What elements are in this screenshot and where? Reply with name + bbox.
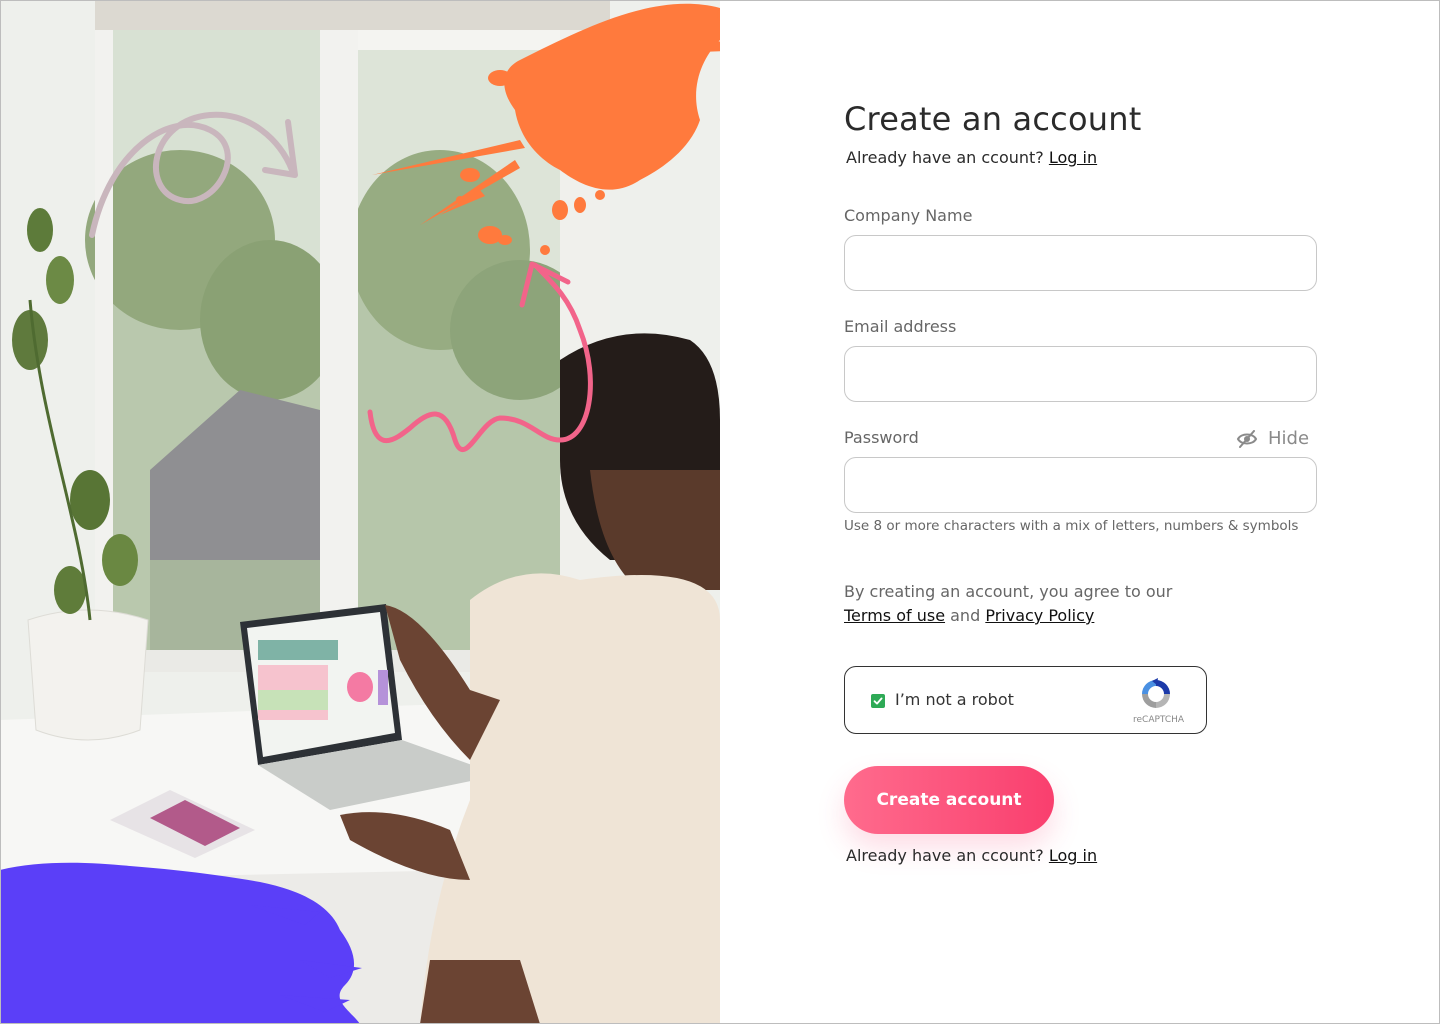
password-input[interactable] bbox=[844, 457, 1317, 513]
checkmark-icon bbox=[873, 697, 883, 705]
terms-statement: By creating an account, you agree to our… bbox=[844, 580, 1172, 628]
eye-slash-icon bbox=[1236, 429, 1258, 448]
email-label: Email address bbox=[844, 317, 957, 336]
login-prompt-text: Already have an ccount? bbox=[846, 148, 1044, 167]
bottom-login-link[interactable]: Log in bbox=[1049, 846, 1097, 865]
terms-prefix: By creating an account, you agree to our bbox=[844, 582, 1173, 601]
login-prompt: Already have an ccount? Log in bbox=[846, 148, 1097, 167]
decorative-overlays bbox=[0, 3, 720, 1024]
terms-of-use-link[interactable]: Terms of use bbox=[844, 606, 945, 625]
hero-photo bbox=[0, 0, 720, 1024]
bottom-login-prompt-text: Already have an ccount? bbox=[846, 846, 1044, 865]
password-label: Password bbox=[844, 428, 919, 447]
bottom-login-prompt: Already have an ccount? Log in bbox=[846, 846, 1097, 865]
company-name-label: Company Name bbox=[844, 206, 973, 225]
recaptcha-widget: I’m not a robot reCAPTCHA bbox=[844, 666, 1207, 734]
captcha-label: I’m not a robot bbox=[895, 690, 1014, 709]
login-link[interactable]: Log in bbox=[1049, 148, 1097, 167]
hide-label: Hide bbox=[1268, 428, 1310, 449]
create-account-button[interactable]: Create account bbox=[844, 766, 1054, 834]
captcha-brand: reCAPTCHA bbox=[1133, 715, 1185, 725]
signup-form: Create an account Already have an ccount… bbox=[844, 0, 1364, 1024]
company-name-input[interactable] bbox=[844, 235, 1317, 291]
terms-and-text: and bbox=[950, 606, 981, 625]
password-hint: Use 8 or more characters with a mix of l… bbox=[844, 518, 1299, 534]
email-input[interactable] bbox=[844, 346, 1317, 402]
privacy-policy-link[interactable]: Privacy Policy bbox=[985, 606, 1094, 625]
recaptcha-logo-icon bbox=[1142, 678, 1170, 708]
captcha-checkbox[interactable] bbox=[871, 694, 885, 708]
terms-links-line: Terms of use and Privacy Policy bbox=[844, 604, 1172, 628]
page-title: Create an account bbox=[844, 100, 1142, 138]
password-visibility-toggle[interactable]: Hide bbox=[1236, 428, 1309, 449]
